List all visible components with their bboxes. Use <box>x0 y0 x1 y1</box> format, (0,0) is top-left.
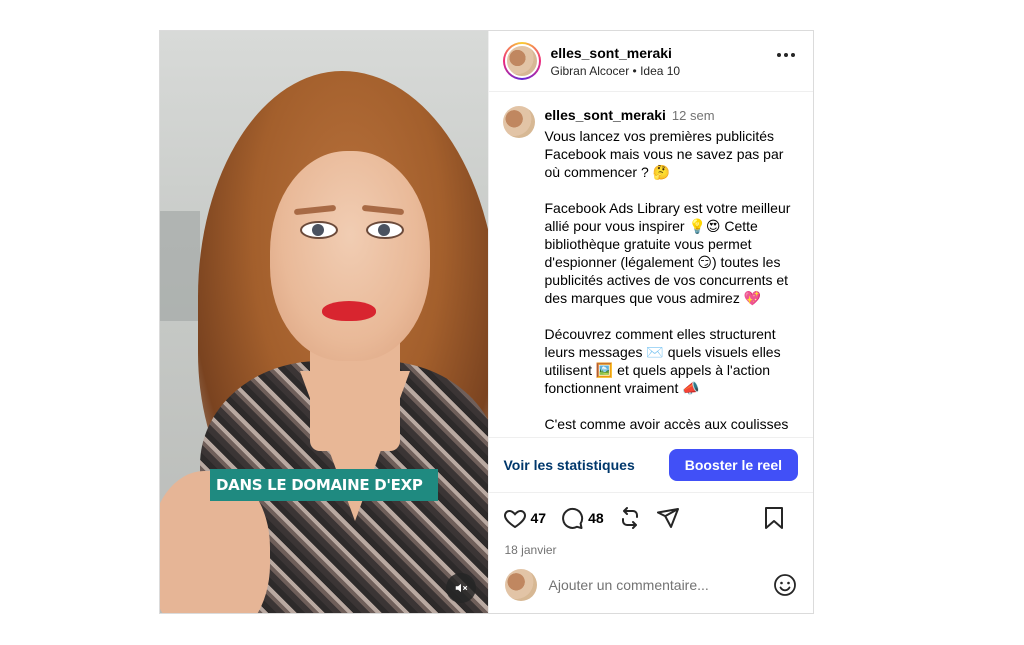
comment-count[interactable]: 48 <box>588 510 604 526</box>
heart-icon <box>503 509 526 529</box>
caption-text-block: elles_sont_meraki 12 sem Vous lancez vos … <box>545 106 800 437</box>
comment-icon <box>562 507 584 529</box>
caption-paragraph: Découvrez comment elles structurent leur… <box>544 326 785 396</box>
share-action[interactable] <box>656 506 680 530</box>
header-text: elles_sont_meraki Gibran Alcocer • Idea … <box>551 45 681 78</box>
post-header: elles_sont_meraki Gibran Alcocer • Idea … <box>488 31 813 92</box>
commenter-avatar <box>504 569 537 601</box>
caption-paragraph: C'est comme avoir accès aux coulisses <box>544 416 789 432</box>
reel-video[interactable]: DANS LE DOMAINE D'EXP <box>160 31 488 613</box>
bookmark-icon <box>765 507 783 529</box>
mute-button[interactable] <box>446 573 476 603</box>
caption-paragraph: Vous lancez vos premières publicités Fac… <box>544 128 788 180</box>
comment-input[interactable]: Ajouter un commentaire... <box>549 577 774 593</box>
left-eye <box>300 221 338 239</box>
header-audio-credit[interactable]: Gibran Alcocer • Idea 10 <box>551 64 681 78</box>
caption-avatar[interactable] <box>502 106 535 138</box>
background-window <box>160 211 200 321</box>
video-caption-overlay: DANS LE DOMAINE D'EXP <box>210 469 438 501</box>
engagement-row: 47 48 <box>489 493 814 543</box>
repost-icon <box>621 507 638 529</box>
person-face <box>270 151 430 361</box>
repost-action[interactable] <box>618 506 642 530</box>
save-action[interactable] <box>763 506 785 530</box>
add-comment-row: Ajouter un commentaire... <box>489 557 814 613</box>
comment-action[interactable]: 48 <box>560 506 604 530</box>
right-eye <box>366 221 404 239</box>
post-date[interactable]: 18 janvier <box>489 543 814 557</box>
caption-paragraph: Facebook Ads Library est votre meilleur … <box>544 200 795 306</box>
insights-bar: Voir les statistiques Booster le reel <box>488 437 813 493</box>
muted-speaker-icon <box>455 583 468 593</box>
profile-avatar[interactable] <box>502 42 541 80</box>
more-options-icon[interactable] <box>777 53 795 57</box>
caption-time: 12 sem <box>671 108 715 123</box>
emoji-smile-icon[interactable] <box>773 573 797 597</box>
like-action[interactable]: 47 <box>503 506 547 530</box>
caption-username[interactable]: elles_sont_meraki <box>545 107 666 123</box>
like-count[interactable]: 47 <box>531 510 547 526</box>
boost-reel-button[interactable]: Booster le reel <box>668 449 798 481</box>
header-username[interactable]: elles_sont_meraki <box>551 45 681 61</box>
caption-area: elles_sont_meraki 12 sem Vous lancez vos … <box>489 92 814 437</box>
post-side-panel: elles_sont_meraki Gibran Alcocer • Idea … <box>487 31 814 613</box>
instagram-post: DANS LE DOMAINE D'EXP elles_sont_meraki … <box>159 30 814 614</box>
view-insights-link[interactable]: Voir les statistiques <box>504 457 635 473</box>
send-icon <box>656 508 679 528</box>
person-lips <box>322 301 376 321</box>
